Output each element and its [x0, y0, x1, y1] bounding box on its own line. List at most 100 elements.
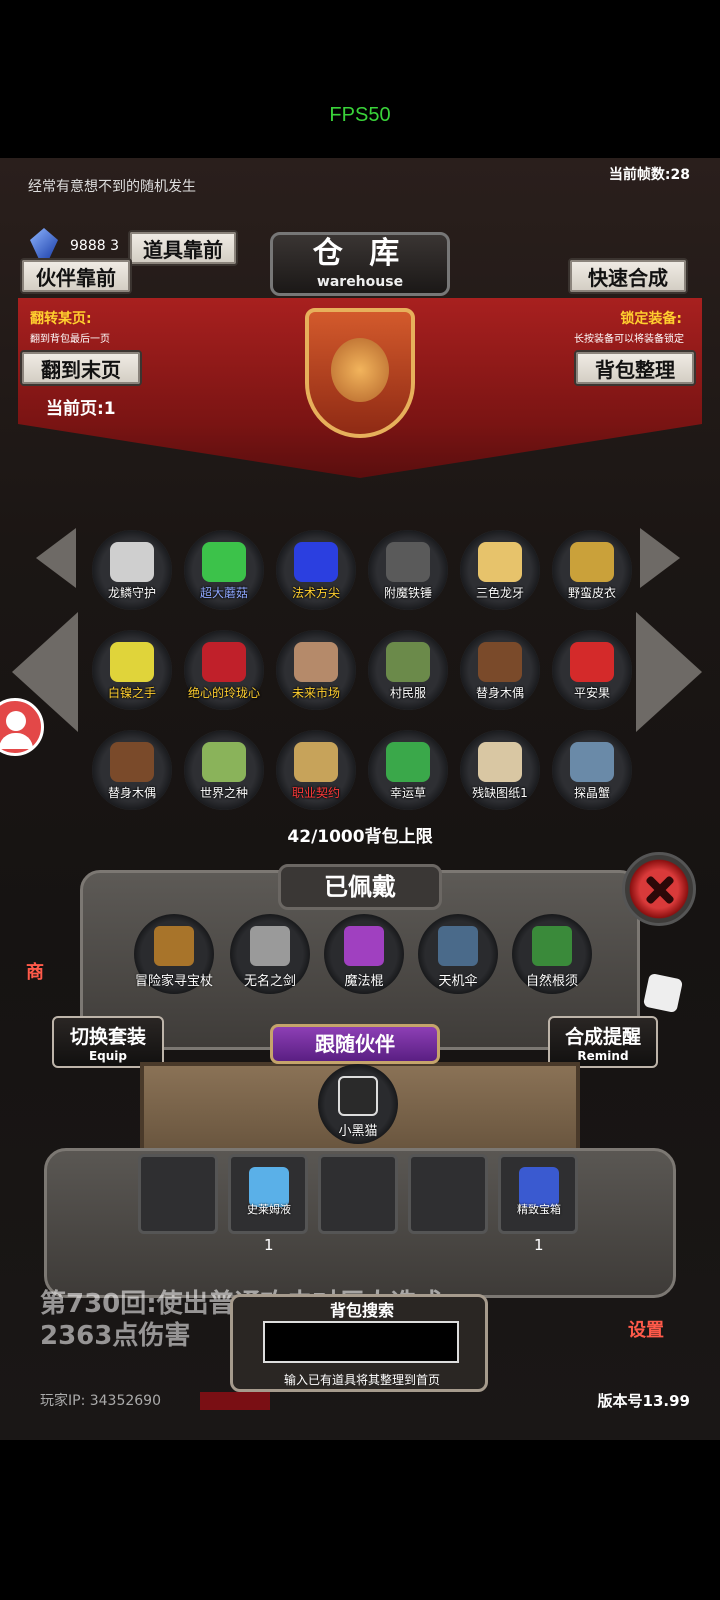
equipped-slot[interactable]: 魔法棍 [324, 914, 404, 994]
warehouse-item-name: 超大蘑菇 [199, 586, 248, 600]
warehouse-item-name: 探晶蟹 [573, 786, 610, 800]
switch-equip-en: Equip [88, 1048, 128, 1063]
bag-item-name: 史莱姆液 [247, 1203, 291, 1216]
bag-slot[interactable] [318, 1154, 398, 1234]
warehouse-slot[interactable]: 三色龙牙 [460, 530, 540, 610]
equipped-item-name: 冒险家寻宝杖 [134, 974, 213, 989]
companion-slot[interactable]: 小黑猫 [318, 1064, 398, 1144]
staff-icon [154, 926, 194, 966]
bag-item-count: 1 [534, 1236, 544, 1254]
warehouse-slot[interactable]: 残缺图纸1 [460, 730, 540, 810]
mushroom-icon [202, 542, 246, 582]
equipped-slot[interactable]: 天机伞 [418, 914, 498, 994]
bag-slot[interactable]: 精致宝箱 [498, 1154, 578, 1234]
flip-page-note: 翻到背包最后一页 [30, 334, 110, 345]
villager-clothes-icon [386, 642, 430, 682]
warehouse-item-name: 替身木偶 [107, 786, 156, 800]
warehouse-item-name: 绝心的玲珑心 [187, 686, 260, 700]
warehouse-item-name: 平安果 [573, 686, 610, 700]
warehouse-item-name: 世界之种 [199, 786, 248, 800]
warehouse-item-name: 野蛮皮衣 [567, 586, 616, 600]
gauntlet-icon [110, 642, 154, 682]
version-number: 版本号13.99 [597, 1392, 690, 1410]
warehouse-slot[interactable]: 白镍之手 [92, 630, 172, 710]
bag-sort-button[interactable]: 背包整理 [574, 350, 696, 386]
blueprint-scroll-icon [478, 742, 522, 782]
bag-slot[interactable]: 史莱姆液 [228, 1154, 308, 1234]
equipped-slot[interactable]: 自然根须 [512, 914, 592, 994]
warehouse-grid: 龙鳞守护 超大蘑菇 法术方尖 附魔铁锤 三色龙牙 野蛮皮衣白镍之手 绝心的玲珑心 未来市场 村民… [92, 530, 636, 810]
companion-prev-button[interactable]: 伙伴靠前 [20, 258, 132, 294]
equipped-slot[interactable]: 无名之剑 [230, 914, 310, 994]
bag-slot[interactable] [138, 1154, 218, 1234]
bag-capacity: 42/1000背包上限 [287, 827, 433, 847]
hp-bar [200, 1392, 270, 1410]
dice-icon[interactable] [642, 972, 684, 1014]
warehouse-slot[interactable]: 附魔铁锤 [368, 530, 448, 610]
warehouse-slot[interactable]: 龙鳞守护 [92, 530, 172, 610]
sword-icon [250, 926, 290, 966]
bag-item-name: 精致宝箱 [517, 1203, 561, 1216]
lock-equip-note: 长按装备可以将装备锁定 [574, 334, 684, 345]
synth-remind-en: Remind [577, 1048, 629, 1063]
shop-label[interactable]: 商 [26, 958, 44, 984]
clover-icon [386, 742, 430, 782]
bag-search-hint: 输入已有道具将其整理到首页 [283, 1373, 440, 1387]
warehouse-slot[interactable]: 村民服 [368, 630, 448, 710]
warehouse-slot[interactable]: 职业契约 [276, 730, 356, 810]
warehouse-item-name: 村民服 [389, 686, 426, 700]
warehouse-title: 仓 库 warehouse [270, 232, 450, 296]
gem-icon [30, 228, 58, 258]
equipped-item-name: 天机伞 [438, 974, 478, 989]
warehouse-slot[interactable]: 未来市场 [276, 630, 356, 710]
next-page-arrow-icon[interactable] [640, 528, 680, 588]
warehouse-slot[interactable]: 替身木偶 [460, 630, 540, 710]
next-page-big-arrow-icon[interactable] [636, 612, 702, 732]
obelisk-icon [294, 542, 338, 582]
synth-remind-button[interactable]: 合成提醒 Remind [548, 1016, 658, 1068]
warehouse-slot[interactable]: 法术方尖 [276, 530, 356, 610]
bag-search-input[interactable] [263, 1321, 459, 1363]
warehouse-slot[interactable]: 绝心的玲珑心 [184, 630, 264, 710]
game-screen: 经常有意想不到的随机发生 当前帧数:28 9888 3 仓 库 warehous… [0, 158, 720, 1440]
warehouse-slot[interactable]: 幸运草 [368, 730, 448, 810]
lion-shield-emblem [305, 308, 415, 438]
contract-scroll-icon [294, 742, 338, 782]
fps-counter: FPS50 [329, 104, 391, 126]
market-icon [294, 642, 338, 682]
bag-search-panel: 背包搜索 输入已有道具将其整理到首页 [230, 1294, 488, 1392]
settings-button[interactable]: 设置 [628, 1316, 664, 1342]
warehouse-item-name: 幸运草 [389, 786, 426, 800]
bag-slot[interactable] [408, 1154, 488, 1234]
equipped-slot[interactable]: 冒险家寻宝杖 [134, 914, 214, 994]
warehouse-slot[interactable]: 世界之种 [184, 730, 264, 810]
puppet-icon [478, 642, 522, 682]
crab-icon [570, 742, 614, 782]
warehouse-slot[interactable]: 平安果 [552, 630, 632, 710]
prev-page-arrow-icon[interactable] [36, 528, 76, 588]
switch-equip-button[interactable]: 切换套装 Equip [52, 1016, 164, 1068]
warehouse-item-name: 附魔铁锤 [383, 586, 432, 600]
random-event-hint: 经常有意想不到的随机发生 [28, 179, 196, 195]
flip-page-label: 翻转某页: [30, 311, 92, 327]
magic-rod-icon [344, 926, 384, 966]
item-prev-button[interactable]: 道具靠前 [128, 230, 238, 266]
quick-synth-button[interactable]: 快速合成 [568, 258, 688, 294]
warehouse-slot[interactable]: 超大蘑菇 [184, 530, 264, 610]
root-boots-icon [532, 926, 572, 966]
warehouse-slot[interactable]: 野蛮皮衣 [552, 530, 632, 610]
frame-count: 当前帧数:28 [608, 167, 690, 183]
synth-remind-label: 合成提醒 [564, 1025, 641, 1048]
warehouse-slot[interactable]: 替身木偶 [92, 730, 172, 810]
dragon-fang-icon [478, 542, 522, 582]
companion-title: 跟随伙伴 [270, 1024, 440, 1064]
warehouse-slot[interactable]: 探晶蟹 [552, 730, 632, 810]
warehouse-item-name: 职业契约 [291, 786, 340, 800]
title-zh: 仓 库 [312, 236, 408, 271]
player-ip: 玩家IP: 34352690 [40, 1393, 161, 1409]
dragon-mask-icon [110, 542, 154, 582]
last-page-button[interactable]: 翻到末页 [20, 350, 142, 386]
close-icon[interactable] [622, 852, 696, 926]
seed-icon [202, 742, 246, 782]
gem-count: 9888 3 [70, 238, 119, 254]
